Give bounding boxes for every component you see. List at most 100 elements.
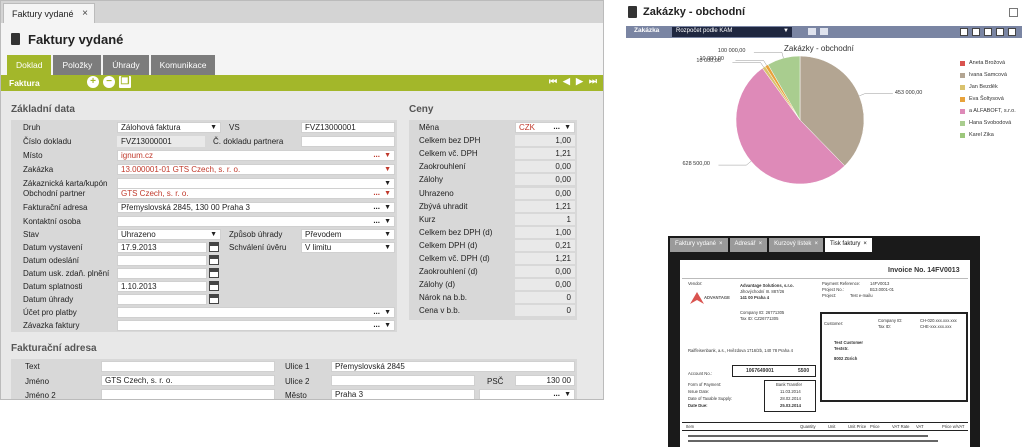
basic-field-label: Datum usk. zdaň. plnění (23, 269, 110, 278)
schvaleni-uveru-label: Schválení úvěru (229, 243, 287, 252)
data-label: 453 000,00 (894, 89, 923, 96)
address-text-field[interactable] (101, 361, 275, 372)
tab-kurzovy-listek[interactable]: Kurzový lístek × (769, 238, 823, 252)
subtab-uhrady[interactable]: Úhrady (103, 55, 149, 75)
close-icon[interactable]: × (82, 8, 88, 19)
calendar-icon[interactable] (209, 255, 219, 265)
legend-item[interactable]: Ivana Samcová (960, 72, 1007, 78)
basic-field-label: Číslo dokladu (23, 137, 72, 146)
misto-field[interactable]: ignum.cz... ▼ (117, 150, 395, 161)
basic-field-label: Zakázka (23, 165, 54, 174)
company-address1: Jihovýchodní III. 887/26 (740, 289, 785, 294)
legend-swatch (960, 72, 965, 78)
calendar-icon[interactable] (209, 294, 219, 304)
mesto-select[interactable]: ... ▼ (479, 389, 575, 399)
taxable-date-label: Date of Taxable Supply: (688, 396, 733, 401)
datum-usk-field[interactable] (117, 268, 207, 279)
remove-icon[interactable]: − (103, 76, 115, 88)
calendar-icon[interactable] (209, 268, 219, 278)
tab-faktury-vydane[interactable]: Faktury vydané × (670, 238, 728, 252)
price-label: Celkem vč. DPH (419, 149, 478, 159)
stav-select[interactable]: Uhrazeno ▼ (117, 229, 221, 240)
invoice-table-header: Unit (828, 424, 836, 429)
legend-label: Karel Zika (969, 132, 994, 138)
subtab-polozky[interactable]: Položky (53, 55, 102, 75)
zavazka-faktury-field[interactable]: ... ▼ (117, 320, 395, 331)
c-dokladu-partnera-label: Č. dokladu partnera (213, 137, 284, 146)
mena-select[interactable]: CZK... ▼ (515, 122, 575, 133)
add-icon[interactable]: + (87, 76, 99, 88)
tab-adresar[interactable]: Adresář × (729, 238, 768, 252)
data-label: 10 000,00 (699, 56, 724, 63)
invoice-table-header: Price w/VAT (942, 424, 965, 429)
legend-label: a ALFABOFT, s.r.o. (969, 108, 1016, 114)
ulice1-field[interactable]: Přemyslovská 2845 (331, 361, 575, 372)
datum-odeslani-field[interactable] (117, 255, 207, 266)
copy-icon[interactable]: ❐ (119, 76, 131, 88)
customer-street: Teststr. (834, 346, 849, 351)
price-label: Celkem bez DPH (d) (419, 227, 493, 237)
price-value: 0,00 (515, 187, 575, 199)
toolbar-label: Faktura (9, 78, 40, 88)
tab-tisk-faktury[interactable]: Tisk faktury × (824, 238, 872, 252)
prev-record-icon[interactable]: ◀ (563, 76, 570, 87)
kontaktni-osoba-field[interactable]: ... ▼ (117, 216, 395, 227)
page-title: Faktury vydané (28, 31, 124, 47)
leader-line (859, 93, 893, 97)
ulice2-field[interactable] (331, 375, 475, 386)
vs-field[interactable]: FVZ13000001 (301, 122, 395, 133)
invoice-heading: Invoice No. 14FV0013 (888, 267, 960, 274)
data-label: 628 500,00 (682, 161, 710, 168)
calendar-icon[interactable] (209, 281, 219, 291)
jmeno-field[interactable]: GTS Czech, s. r. o. (101, 375, 275, 386)
price-label: Kurz (419, 214, 436, 224)
zakazka-field[interactable]: 13.000001-01 GTS Czech, s. r. o. ▼ (117, 164, 395, 175)
jmeno2-label: Jméno 2 (25, 391, 56, 400)
c-dokladu-partnera-field[interactable] (301, 136, 395, 147)
obchodni-partner-field[interactable]: GTS Czech, s. r. o.... ▼ (117, 188, 395, 199)
price-label: Celkem bez DPH (419, 136, 481, 146)
mesto-field[interactable]: Praha 3 (331, 389, 475, 399)
legend-item[interactable]: Karel Zika (960, 132, 994, 138)
datum-splatnosti-field[interactable]: 1.10.2013 (117, 281, 207, 292)
zpusob-uhrady-select[interactable]: Převodem ▼ (301, 229, 395, 240)
fakturacni-adresa-field[interactable]: Přemyslovská 2845, 130 00 Praha 3... ▼ (117, 202, 395, 213)
basic-field-label: Zákaznická karta/kupón (23, 179, 108, 188)
jmeno2-field[interactable] (101, 389, 275, 399)
datum-vystaveni-field[interactable]: 17.9.2013 (117, 242, 207, 253)
psc-field[interactable]: 130 00 (515, 375, 575, 386)
project-no-value: B13.0001-01 (870, 287, 894, 292)
chart-panel: Zakázky - obchodní Zakázka Rozpočet podl… (624, 0, 1024, 200)
company-address2: 141 00 Praha 4 (740, 295, 770, 300)
subtab-komunikace[interactable]: Komunikace (150, 55, 216, 75)
taxable-date-value: 28.02.2014 (780, 396, 801, 401)
text-line (688, 435, 928, 437)
page-header: Faktury vydané (1, 23, 603, 55)
record-toolbar: Faktura + − ❐ ⏮ ◀ ▶ ⏭ (1, 75, 603, 91)
price-label: Zaokrouhlení (419, 162, 466, 172)
first-record-icon[interactable]: ⏮ (549, 76, 557, 87)
legend-item[interactable]: Hana Svobodová (960, 120, 1011, 126)
calendar-icon[interactable] (209, 242, 219, 252)
psc-label: PSČ (487, 377, 504, 386)
legend-item[interactable]: Jan Bezděk (960, 84, 998, 90)
legend-item[interactable]: a ALFABOFT, s.r.o. (960, 108, 1016, 114)
last-record-icon[interactable]: ⏭ (589, 76, 597, 87)
subtab-doklad[interactable]: Doklad (7, 55, 52, 75)
legend-label: Ivana Samcová (969, 72, 1007, 78)
basic-field-label: Datum odeslání (23, 256, 80, 265)
text-label: Text (25, 362, 40, 371)
datum-uhrady-field[interactable] (117, 294, 207, 305)
cislo-dokladu-field: FVZ13000001 (117, 136, 205, 147)
invoice-table-header: VAT (916, 424, 924, 429)
schvaleni-uveru-select[interactable]: V limitu ▼ (301, 242, 395, 253)
ucet-pro-platby-field[interactable]: ... ▼ (117, 307, 395, 318)
legend-item[interactable]: Aneta Brožová (960, 60, 1005, 66)
zpusob-uhrady-label: Způsob úhrady (229, 230, 283, 239)
tab-faktury-vydane[interactable]: Faktury vydané × (3, 3, 95, 23)
company-id: Company ID: 26771305 (740, 310, 785, 315)
legend-item[interactable]: Eva Šoltysová (960, 96, 1004, 102)
next-record-icon[interactable]: ▶ (576, 76, 583, 87)
project-value: Test e-mailu (850, 293, 873, 298)
druh-select[interactable]: Zálohová faktura ▼ (117, 122, 221, 133)
